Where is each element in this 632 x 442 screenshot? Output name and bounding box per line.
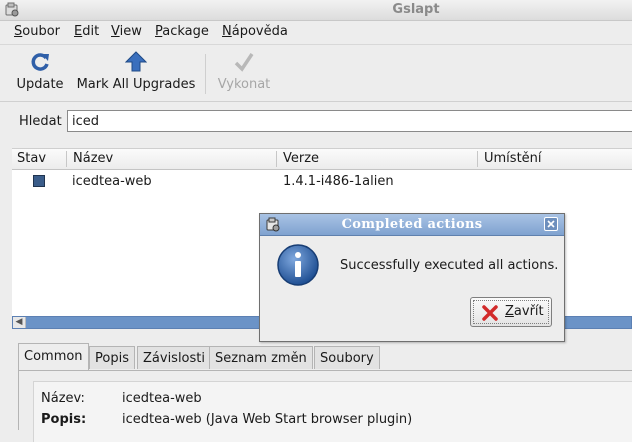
execute-button[interactable]: Vykonat <box>214 49 274 97</box>
close-icon <box>547 220 555 228</box>
toolbar: Update Mark All Upgrades Vykonat <box>0 45 632 102</box>
column-divider <box>276 151 277 167</box>
menu-package[interactable]: Package <box>155 24 209 39</box>
column-divider <box>477 151 478 167</box>
execute-label: Vykonat <box>217 77 271 92</box>
refresh-icon <box>31 53 49 71</box>
close-x-icon <box>482 305 498 321</box>
dialog-message: Successfully executed all actions. <box>340 258 559 273</box>
window-title: Gslapt <box>392 2 440 17</box>
checkmark-icon <box>234 53 254 72</box>
menu-view[interactable]: View <box>111 24 142 39</box>
detail-name-label: Název: <box>41 391 85 406</box>
tab-soubory[interactable]: Soubory <box>314 346 380 369</box>
details-panel: Název: icedtea-web Popis: icedtea-web (J… <box>18 370 632 442</box>
column-divider <box>66 151 67 167</box>
table-header: Stav Název Verze Umístění <box>12 149 632 170</box>
menu-edit[interactable]: Edit <box>74 24 99 39</box>
scroll-left-icon[interactable]: ◀ <box>13 317 26 328</box>
update-label: Update <box>16 77 64 92</box>
package-name: icedtea-web <box>72 174 152 189</box>
table-row[interactable]: icedtea-web 1.4.1-i486-1alien <box>12 171 632 193</box>
column-header-nazev[interactable]: Název <box>73 151 113 166</box>
tab-common[interactable]: Common <box>18 343 89 370</box>
info-icon <box>277 244 319 286</box>
toolbar-separator <box>205 54 206 94</box>
column-header-verze[interactable]: Verze <box>283 151 319 166</box>
details-frame: Název: icedtea-web Popis: icedtea-web (J… <box>33 381 632 442</box>
menubar: Soubor Edit View Package Nápověda <box>0 20 632 45</box>
tab-popis[interactable]: Popis <box>89 346 135 369</box>
mark-all-upgrades-button[interactable]: Mark All Upgrades <box>76 49 196 97</box>
completed-actions-dialog: Completed actions Successfully executed … <box>259 213 565 342</box>
tab-zavislosti[interactable]: Závislosti <box>137 346 211 369</box>
tab-seznam-zmen[interactable]: Seznam změn <box>209 346 313 369</box>
column-header-umisteni[interactable]: Umístění <box>484 151 542 166</box>
close-dialog-label: Zavřít <box>505 304 544 319</box>
update-button[interactable]: Update <box>14 49 66 97</box>
close-dialog-button[interactable]: Zavřít <box>470 297 552 327</box>
status-installed-icon <box>33 175 45 187</box>
search-row: Hledat <box>0 103 632 139</box>
dialog-close-button[interactable] <box>544 217 558 231</box>
menu-napoveda[interactable]: Nápověda <box>222 24 288 39</box>
search-input[interactable] <box>67 110 632 132</box>
dialog-title: Completed actions <box>341 217 483 232</box>
mark-all-label: Mark All Upgrades <box>76 77 196 92</box>
window-titlebar[interactable]: Gslapt <box>0 0 632 21</box>
detail-desc-label: Popis: <box>41 412 87 427</box>
dialog-titlebar[interactable]: Completed actions <box>260 214 564 236</box>
detail-name-value: icedtea-web <box>122 391 202 406</box>
arrow-up-icon <box>125 51 147 72</box>
column-header-stav[interactable]: Stav <box>17 151 46 166</box>
package-version: 1.4.1-i486-1alien <box>283 174 394 189</box>
menu-soubor[interactable]: Soubor <box>14 24 60 39</box>
detail-desc-value: icedtea-web (Java Web Start browser plug… <box>122 412 413 427</box>
search-label: Hledat <box>19 114 62 129</box>
